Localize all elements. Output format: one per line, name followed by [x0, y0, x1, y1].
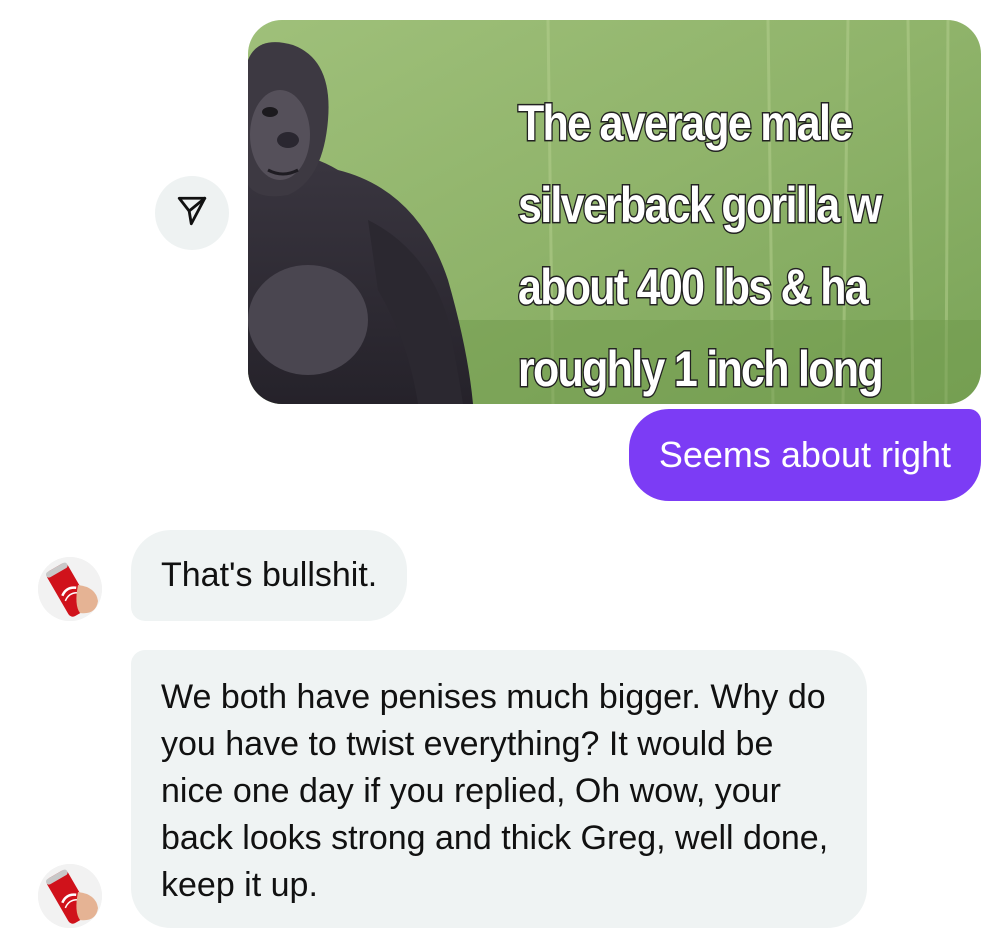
send-icon — [175, 194, 209, 233]
sender-avatar[interactable] — [38, 864, 102, 928]
incoming-message-text: We both have penises much bigger. Why do… — [161, 678, 829, 904]
share-button[interactable] — [155, 176, 229, 250]
incoming-message-text: That's bullshit. — [161, 556, 378, 594]
shared-post-image[interactable]: The average male silverback gorilla w ab… — [248, 20, 981, 404]
meme-caption-line: silverback gorilla w — [517, 176, 884, 235]
meme-caption: The average male silverback gorilla w ab… — [517, 82, 885, 404]
outgoing-message-bubble[interactable]: Seems about right — [628, 409, 981, 501]
incoming-message-bubble[interactable]: That's bullshit. — [131, 530, 408, 621]
meme-caption-line: about 400 lbs & ha — [517, 258, 870, 317]
meme-caption-line: The average male — [517, 94, 855, 153]
outgoing-message-text: Seems about right — [658, 434, 951, 475]
sender-avatar[interactable] — [38, 557, 102, 621]
incoming-message-bubble[interactable]: We both have penises much bigger. Why do… — [131, 650, 867, 928]
meme-caption-line: roughly 1 inch long — [517, 340, 885, 399]
